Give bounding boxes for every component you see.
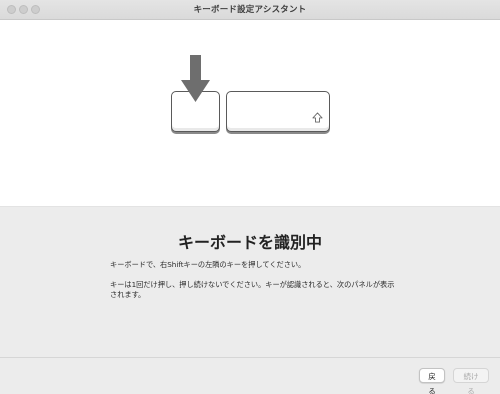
window-title: キーボード設定アシスタント bbox=[193, 5, 307, 15]
page-title: キーボードを識別中 bbox=[177, 233, 322, 252]
instructions-panel: キーボードを識別中 キーボードで、右Shiftキーの左隣のキーを押してください。… bbox=[0, 207, 500, 357]
button-bar: 戻る 続ける bbox=[0, 357, 500, 394]
shift-icon bbox=[312, 112, 323, 123]
note-text: キーは1回だけ押し、押し続けないでください。キーが認識されると、次のパネルが表示… bbox=[110, 280, 395, 299]
right-shift-key-illustration bbox=[226, 91, 330, 132]
down-arrow-icon bbox=[181, 55, 210, 102]
keyboard-setup-window: キーボード設定アシスタント キーボードを識別中 キーボードで、右Shiftキーの… bbox=[0, 0, 500, 394]
continue-button[interactable]: 続ける bbox=[453, 368, 489, 394]
instruction-text: キーボードで、右Shiftキーの左隣のキーを押してください。 bbox=[110, 260, 306, 269]
keyboard-illustration bbox=[0, 20, 500, 207]
back-button[interactable]: 戻る bbox=[419, 368, 445, 394]
title-bar: キーボード設定アシスタント bbox=[0, 0, 500, 20]
